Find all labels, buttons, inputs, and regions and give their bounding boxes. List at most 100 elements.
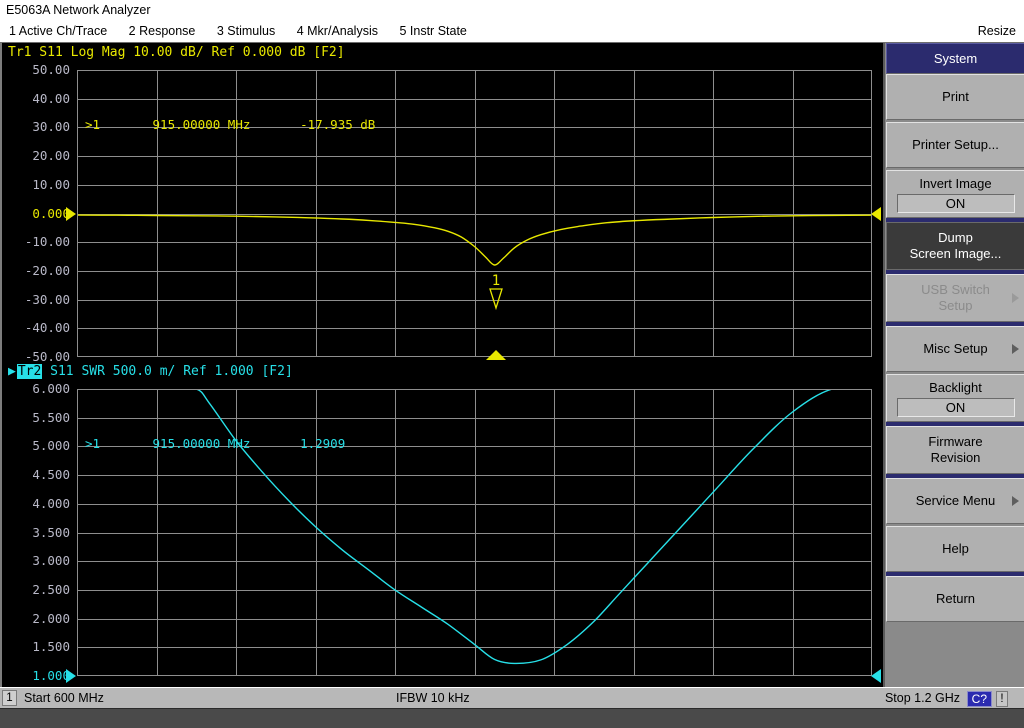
trace-1-marker-label: >1 bbox=[85, 117, 101, 132]
softkey-label: Help bbox=[942, 541, 969, 556]
menu-item-response[interactable]: 2 Response bbox=[120, 21, 205, 42]
trace-2-block: ▶ Tr2 S11 SWR 500.0 m/ Ref 1.000 [F2] 6.0… bbox=[2, 362, 885, 727]
y-axis-tick-label: 20.00 bbox=[32, 147, 70, 163]
trace-1-marker-readout[interactable]: >1 915.00000 MHz -17.935 dB bbox=[80, 115, 405, 136]
softkey-label: Backlight bbox=[929, 379, 982, 395]
y-axis-tick-label: -20.00 bbox=[24, 262, 70, 278]
trace-2-title[interactable]: ▶ Tr2 S11 SWR 500.0 m/ Ref 1.000 [F2] bbox=[8, 364, 293, 379]
softkey-label: Printer Setup... bbox=[912, 137, 999, 152]
y-axis-tick-label: 4.000 bbox=[32, 495, 70, 511]
taskbar: Meas ExtRef 2023-08-18 16:33 bbox=[0, 708, 1024, 728]
window-title: E5063A Network Analyzer bbox=[6, 3, 151, 17]
softkey-return[interactable]: Return bbox=[886, 576, 1024, 622]
y-axis-tick-label: 3.500 bbox=[32, 524, 70, 540]
y-axis-tick-label: -40.00 bbox=[24, 320, 70, 336]
y-axis-tick-label: 5.000 bbox=[32, 438, 70, 454]
y-axis-tick-label: 2.500 bbox=[32, 581, 70, 597]
chevron-right-icon bbox=[1012, 496, 1019, 506]
y-axis-tick-label: -10.00 bbox=[24, 233, 70, 249]
trace-2-marker-frequency: 915.00000 MHz bbox=[152, 436, 251, 451]
softkey-label: Return bbox=[935, 591, 976, 606]
softkey-dump-screen-image[interactable]: Dump Screen Image... bbox=[886, 222, 1024, 270]
status-warning-badge[interactable]: ! bbox=[996, 691, 1008, 707]
softkey-firmware-revision[interactable]: Firmware Revision bbox=[886, 426, 1024, 474]
trace-1-marker-value: -17.935 dB bbox=[300, 117, 376, 132]
status-correction-badge[interactable]: C? bbox=[966, 691, 992, 707]
trace-1-marker-symbol[interactable]: 1 bbox=[487, 273, 505, 314]
menu-item-mkr-analysis[interactable]: 4 Mkr/Analysis bbox=[288, 21, 387, 42]
trace-1-curve bbox=[77, 214, 872, 266]
softkey-label: Invert Image bbox=[919, 175, 992, 191]
trace-2-plot[interactable] bbox=[77, 389, 872, 676]
y-axis-tick-label: 5.500 bbox=[32, 409, 70, 425]
softkey-label-line1: Dump bbox=[938, 230, 973, 245]
trace-line bbox=[77, 214, 872, 266]
softkey-list: Print Printer Setup... Invert Image ON Dump S… bbox=[885, 74, 1024, 624]
y-axis-tick-label: 40.00 bbox=[32, 90, 70, 106]
active-trace-arrow-icon: ▶ bbox=[8, 364, 16, 379]
softkey-service-menu[interactable]: Service Menu bbox=[886, 478, 1024, 524]
softkey-title-label: System bbox=[933, 50, 978, 66]
softkey-help[interactable]: Help bbox=[886, 526, 1024, 572]
menu-item-instr-state[interactable]: 5 Instr State bbox=[390, 21, 475, 42]
softkey-usb-switch-setup: USB Switch Setup bbox=[886, 274, 1024, 322]
y-axis-tick-label: 4.500 bbox=[32, 466, 70, 482]
trace-1-marker-frequency: 915.00000 MHz bbox=[152, 117, 251, 132]
softkey-label: Misc Setup bbox=[923, 341, 988, 356]
softkey-value[interactable]: ON bbox=[896, 193, 1015, 213]
softkey-printer-setup[interactable]: Printer Setup... bbox=[886, 122, 1024, 168]
menu-item-active-ch-trace[interactable]: 1 Active Ch/Trace bbox=[0, 21, 116, 42]
softkey-label-line2: Setup bbox=[938, 298, 973, 313]
y-axis-tick-label: 50.00 bbox=[32, 61, 70, 77]
softkey-backlight[interactable]: Backlight ON bbox=[886, 374, 1024, 422]
softkey-misc-setup[interactable]: Misc Setup bbox=[886, 326, 1024, 372]
softkey-title-system[interactable]: System bbox=[886, 43, 1024, 74]
y-axis-tick-label: 3.000 bbox=[32, 552, 70, 568]
status-stop-frequency[interactable]: Stop 1.2 GHz bbox=[885, 688, 960, 709]
softkey-invert-image[interactable]: Invert Image ON bbox=[886, 170, 1024, 218]
trace-2-title-rest: S11 SWR 500.0 m/ Ref 1.000 [F2] bbox=[42, 364, 293, 379]
trace-1-plot[interactable] bbox=[77, 70, 872, 357]
y-axis-tick-label: 1.500 bbox=[32, 639, 70, 655]
resize-button[interactable]: Resize bbox=[974, 21, 1020, 42]
y-axis-tick-label: 1.000 bbox=[32, 667, 70, 683]
y-axis-tick-label: 6.000 bbox=[32, 380, 70, 396]
softkey-gap bbox=[885, 622, 1024, 624]
trace-2-marker-value: 1.2909 bbox=[300, 436, 346, 451]
softkey-print[interactable]: Print bbox=[886, 74, 1024, 120]
chevron-right-icon bbox=[1012, 344, 1019, 354]
softkey-panel: System Print Printer Setup... Invert Image… bbox=[883, 43, 1024, 687]
softkey-value[interactable]: ON bbox=[896, 397, 1015, 417]
y-axis-tick-label: 30.00 bbox=[32, 119, 70, 135]
reference-level-marker-right[interactable] bbox=[871, 206, 881, 221]
y-axis-tick-label: 10.00 bbox=[32, 176, 70, 192]
y-axis-tick-label: 0.000 bbox=[32, 205, 70, 221]
instrument-screen: Tr1 S11 Log Mag 10.00 dB/ Ref 0.000 dB [… bbox=[0, 42, 1024, 728]
softkey-label-line2: Screen Image... bbox=[909, 246, 1002, 261]
reference-level-marker-left[interactable] bbox=[66, 669, 76, 683]
trace-1-marker-number: 1 bbox=[491, 273, 501, 289]
status-ifbw[interactable]: IFBW 10 kHz bbox=[396, 688, 470, 709]
menu-item-stimulus[interactable]: 3 Stimulus bbox=[208, 21, 284, 42]
trace-2-curve bbox=[77, 389, 872, 665]
trace-1-marker-pointer bbox=[489, 288, 503, 311]
status-channel-box[interactable]: 1 bbox=[2, 690, 17, 706]
trace-1-stimulus-marker bbox=[486, 350, 506, 360]
trace-1-title[interactable]: Tr1 S11 Log Mag 10.00 dB/ Ref 0.000 dB [… bbox=[8, 45, 345, 60]
trace-2-marker-label: >1 bbox=[85, 436, 101, 451]
menu-bar: 1 Active Ch/Trace 2 Response 3 Stimulus … bbox=[0, 21, 1024, 42]
status-start-frequency[interactable]: Start 600 MHz bbox=[24, 688, 104, 709]
window-title-bar: E5063A Network Analyzer bbox=[0, 0, 1024, 21]
reference-level-marker-right[interactable] bbox=[871, 669, 881, 683]
trace-1-block: Tr1 S11 Log Mag 10.00 dB/ Ref 0.000 dB [… bbox=[2, 43, 885, 362]
graph-area: Tr1 S11 Log Mag 10.00 dB/ Ref 0.000 dB [… bbox=[0, 43, 885, 727]
softkey-label-line1: Firmware bbox=[928, 434, 983, 449]
chevron-right-icon bbox=[1012, 293, 1019, 303]
trace-2-marker-readout[interactable]: >1 915.00000 MHz 1.2909 bbox=[80, 434, 405, 455]
y-axis-tick-label: -30.00 bbox=[24, 291, 70, 307]
softkey-label-line1: USB Switch bbox=[921, 282, 990, 297]
softkey-label-line2: Revision bbox=[930, 450, 981, 465]
reference-level-marker-left[interactable] bbox=[66, 206, 76, 221]
trace-2-id: Tr2 bbox=[16, 364, 43, 379]
softkey-label: Print bbox=[942, 89, 969, 104]
